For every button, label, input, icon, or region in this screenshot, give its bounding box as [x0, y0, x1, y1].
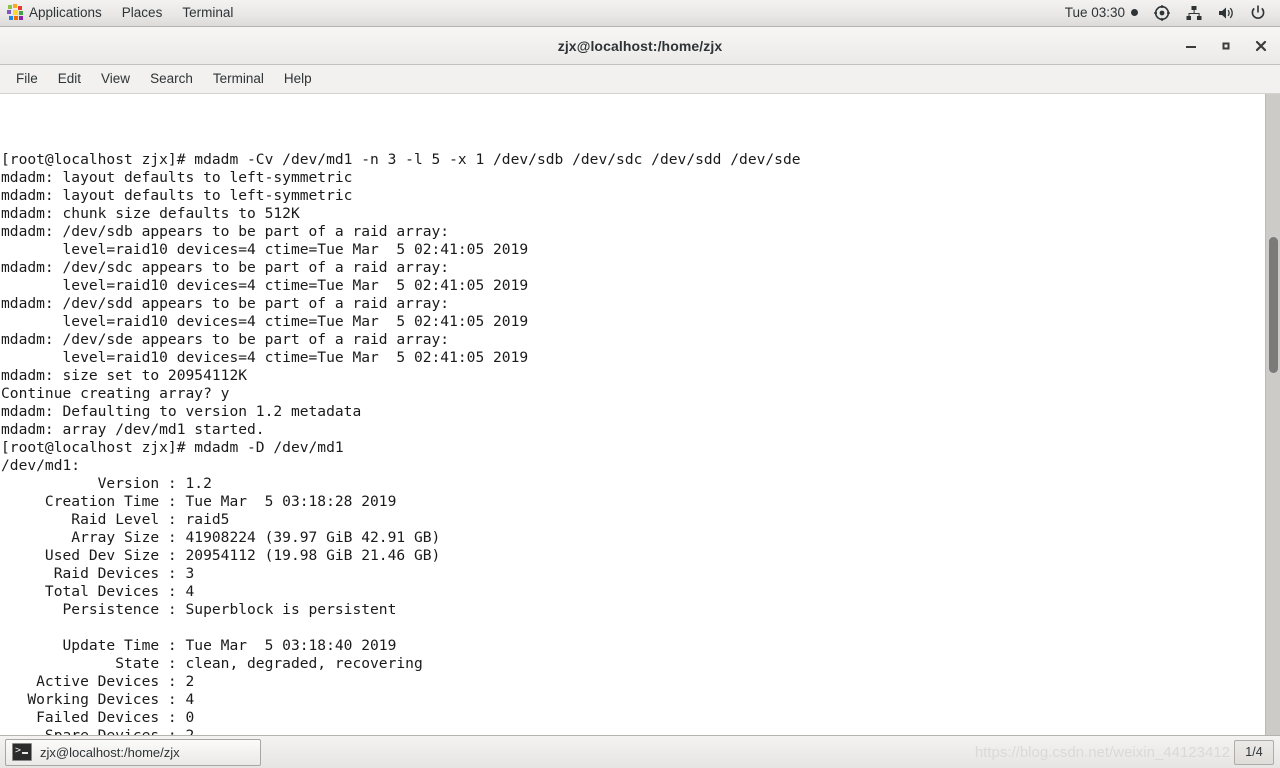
- terminal-line: State : clean, degraded, recovering: [1, 655, 423, 672]
- window-controls: [1180, 27, 1272, 64]
- clock[interactable]: Tue 03:30: [1058, 2, 1145, 24]
- terminal-line: mdadm: chunk size defaults to 512K: [1, 205, 300, 222]
- terminal-line: Version : 1.2: [1, 475, 212, 492]
- terminal-lines: [root@localhost zjx]# mdadm -Cv /dev/md1…: [1, 151, 801, 735]
- terminal-scrollbar[interactable]: [1265, 94, 1280, 735]
- places-menu-label: Places: [121, 4, 163, 20]
- terminal-icon: [12, 743, 32, 761]
- taskbar-window-label: zjx@localhost:/home/zjx: [40, 744, 180, 760]
- menu-help[interactable]: Help: [274, 67, 322, 91]
- terminal-line: Persistence : Superblock is persistent: [1, 601, 397, 618]
- terminal-line: /dev/md1:: [1, 457, 81, 474]
- places-menu[interactable]: Places: [113, 1, 172, 26]
- menu-terminal-label: Terminal: [212, 71, 264, 86]
- terminal-menu-label: Terminal: [182, 4, 234, 20]
- terminal-line: Array Size : 41908224 (39.97 GiB 42.91 G…: [1, 529, 441, 546]
- taskbar-window-button[interactable]: zjx@localhost:/home/zjx: [5, 738, 261, 766]
- minimize-button[interactable]: [1180, 35, 1202, 57]
- network-icon[interactable]: [1179, 2, 1209, 24]
- terminal-line: Used Dev Size : 20954112 (19.98 GiB 21.4…: [1, 547, 441, 564]
- terminal-line: level=raid10 devices=4 ctime=Tue Mar 5 0…: [1, 241, 529, 258]
- panel-status-area: Tue 03:30: [1058, 2, 1280, 24]
- terminal-line: mdadm: layout defaults to left-symmetric: [1, 169, 353, 186]
- terminal-line: Raid Level : raid5: [1, 511, 230, 528]
- terminal-line: mdadm: /dev/sdd appears to be part of a …: [1, 295, 450, 312]
- location-icon[interactable]: [1147, 2, 1177, 24]
- taskbar: zjx@localhost:/home/zjx https://blog.csd…: [0, 735, 1280, 768]
- terminal-line: mdadm: layout defaults to left-symmetric: [1, 187, 353, 204]
- notification-dot-icon: [1131, 9, 1138, 16]
- menu-search[interactable]: Search: [140, 67, 203, 91]
- close-button[interactable]: [1250, 35, 1272, 57]
- desktop-screen: Applications Places Terminal Tue 03:30 z…: [0, 0, 1280, 768]
- terminal-window: zjx@localhost:/home/zjx File Edit View S: [0, 27, 1280, 735]
- terminal-line: Total Devices : 4: [1, 583, 195, 600]
- maximize-button[interactable]: [1215, 35, 1237, 57]
- terminal-line: Failed Devices : 0: [1, 709, 195, 726]
- menu-help-label: Help: [283, 71, 312, 86]
- terminal-line: Creation Time : Tue Mar 5 03:18:28 2019: [1, 493, 397, 510]
- terminal-output[interactable]: [root@localhost zjx]# mdadm -Cv /dev/md1…: [0, 94, 1265, 735]
- applications-icon: [7, 3, 24, 21]
- terminal-line: [root@localhost zjx]# mdadm -D /dev/md1: [1, 439, 344, 456]
- applications-menu-label: Applications: [29, 4, 102, 20]
- terminal-body: [root@localhost zjx]# mdadm -Cv /dev/md1…: [0, 94, 1280, 735]
- terminal-line: Active Devices : 2: [1, 673, 195, 690]
- watermark: https://blog.csdn.net/weixin_44123412: [974, 743, 1230, 761]
- window-title: zjx@localhost:/home/zjx: [557, 37, 723, 54]
- terminal-line: Spare Devices : 2: [1, 727, 801, 735]
- terminal-line: level=raid10 devices=4 ctime=Tue Mar 5 0…: [1, 313, 529, 330]
- terminal-line: Update Time : Tue Mar 5 03:18:40 2019: [1, 637, 397, 654]
- terminal-line: level=raid10 devices=4 ctime=Tue Mar 5 0…: [1, 277, 529, 294]
- terminal-scrollbar-thumb[interactable]: [1269, 237, 1278, 373]
- terminal-line: mdadm: size set to 20954112K: [1, 367, 248, 384]
- terminal-line: mdadm: /dev/sdc appears to be part of a …: [1, 259, 450, 276]
- terminal-line: [root@localhost zjx]# mdadm -Cv /dev/md1…: [1, 151, 801, 168]
- menu-edit-label: Edit: [57, 71, 82, 86]
- terminal-line: Raid Devices : 3: [1, 565, 195, 582]
- menu-view-label: View: [101, 71, 131, 86]
- menu-view[interactable]: View: [91, 67, 140, 91]
- terminal-line: mdadm: Defaulting to version 1.2 metadat…: [1, 403, 362, 420]
- window-titlebar[interactable]: zjx@localhost:/home/zjx: [0, 27, 1280, 65]
- menu-file[interactable]: File: [6, 67, 48, 91]
- top-panel: Applications Places Terminal Tue 03:30: [0, 0, 1280, 27]
- terminal-menu[interactable]: Terminal: [173, 1, 242, 26]
- terminal-line: mdadm: array /dev/md1 started.: [1, 421, 265, 438]
- menu-edit[interactable]: Edit: [48, 67, 91, 91]
- menu-file-label: File: [16, 71, 38, 86]
- applications-menu[interactable]: Applications: [1, 1, 111, 26]
- terminal-line: Continue creating array? y: [1, 385, 230, 402]
- clock-label: Tue 03:30: [1064, 5, 1125, 20]
- volume-icon[interactable]: [1211, 2, 1241, 24]
- menubar: File Edit View Search Terminal Help: [0, 65, 1280, 94]
- power-icon[interactable]: [1243, 2, 1273, 24]
- terminal-line: mdadm: /dev/sdb appears to be part of a …: [1, 223, 450, 240]
- terminal-line: Working Devices : 4: [1, 691, 195, 708]
- terminal-line: level=raid10 devices=4 ctime=Tue Mar 5 0…: [1, 349, 529, 366]
- menu-terminal[interactable]: Terminal: [203, 67, 274, 91]
- workspace-label: 1/4: [1245, 745, 1263, 759]
- terminal-line: mdadm: /dev/sde appears to be part of a …: [1, 331, 450, 348]
- menu-search-label: Search: [150, 71, 193, 86]
- workspace-switcher[interactable]: 1/4: [1234, 739, 1274, 765]
